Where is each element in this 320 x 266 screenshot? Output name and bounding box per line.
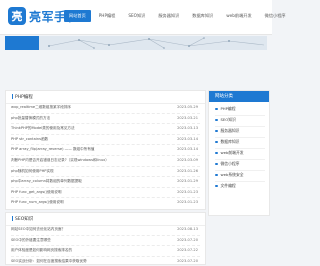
nav-item-web[interactable]: web前端开发 [221,10,256,22]
bullet-icon [215,184,218,188]
bullet-icon [215,107,218,111]
main-nav: 网站首页 PHP编程 SEO知识 服务器知识 数据库知识 web前端开发 微信小… [64,10,294,22]
bullet-icon [215,151,218,155]
sidebar-item-php[interactable]: PHP编程 [215,104,265,116]
sidebar-item-file[interactable]: 文件编程 [215,181,265,192]
sidebar-item-seo[interactable]: SEO知识 [215,115,265,127]
banner-decoration [48,37,265,49]
list-item[interactable]: PHP func_num_args()使用说明 2023-01-23 [11,197,200,208]
sidebar-item-server[interactable]: 服务器知识 [215,126,265,138]
nav-item-server[interactable]: 服务器知识 [153,10,184,22]
bullet-icon [215,140,218,144]
nav-item-database[interactable]: 数据库知识 [187,10,218,22]
banner-accent [5,36,39,50]
site-header: 亮 亮军手札 网站首页 PHP编程 SEO知识 服务器知识 数据库知识 web前… [0,0,286,35]
nav-item-miniprogram[interactable]: 微信小程序 [260,10,291,22]
sidebar-item-web[interactable]: web前端开发 [215,148,265,160]
nav-item-seo[interactable]: SEO知识 [123,10,150,22]
nav-item-php[interactable]: PHP编程 [94,10,121,22]
bullet-icon [215,118,218,122]
bullet-icon [215,173,218,177]
nav-item-home[interactable]: 网站首页 [64,10,91,22]
bullet-icon [215,129,218,133]
sidebar-item-database[interactable]: 数据库知识 [215,137,265,149]
category-sidebar: 网站分类 PHP编程 SEO知识 服务器知识 数据库知识 web前端开发 微信小… [208,90,270,216]
banner [5,36,267,50]
sidebar-item-security[interactable]: web系统安全 [215,170,265,182]
logo-mark: 亮 [8,7,26,25]
sidebar-title: 网站分类 [209,91,269,102]
bullet-icon [215,162,218,166]
sidebar-item-miniprogram[interactable]: 微信小程序 [215,159,265,171]
list-item[interactable]: SEO实战分析：如何在百度搜索结果中获取优势 2023-07-20 [11,256,200,266]
